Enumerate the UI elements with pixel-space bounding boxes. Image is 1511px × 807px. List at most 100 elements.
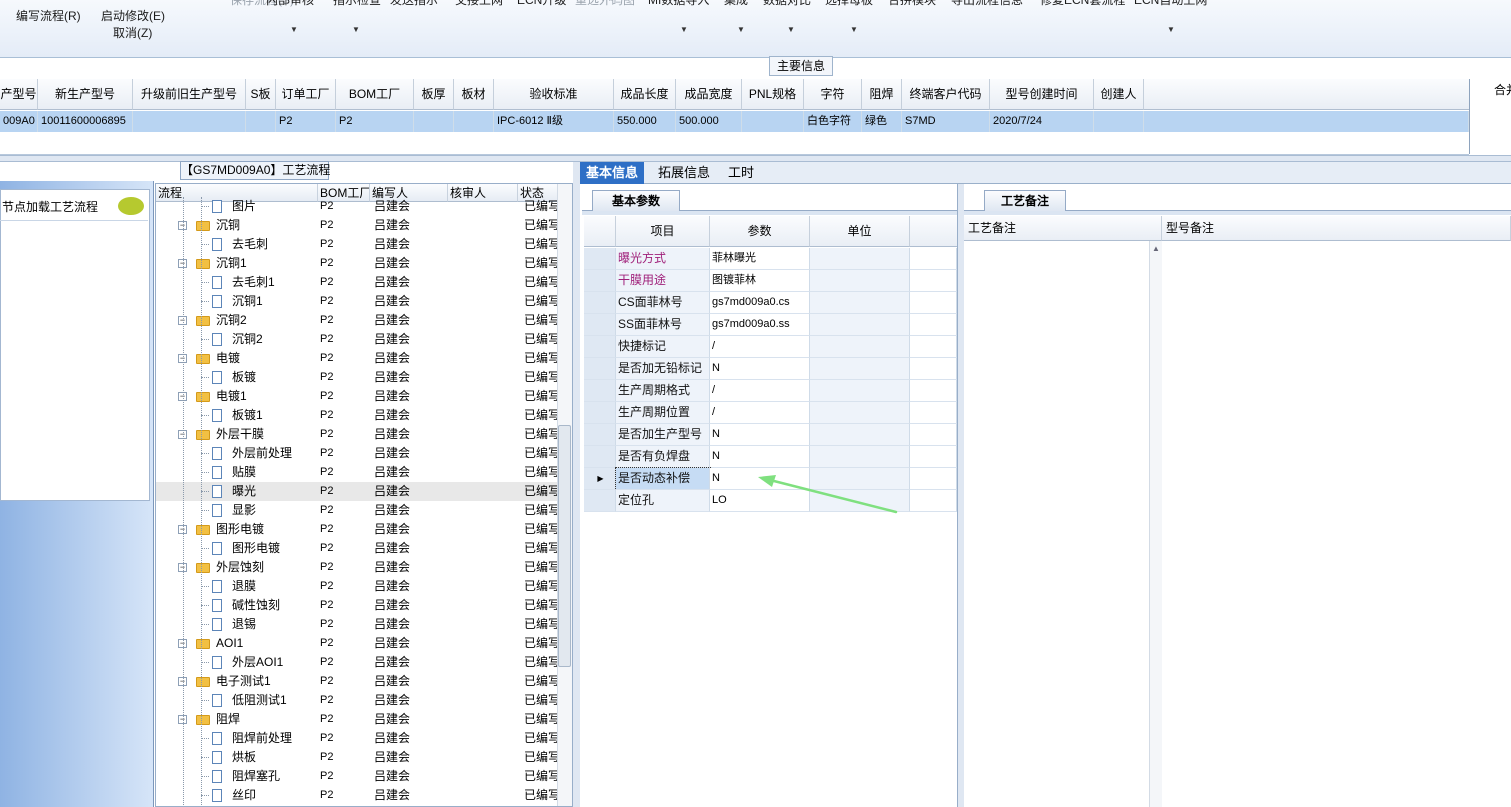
row-indicator[interactable] bbox=[584, 314, 616, 336]
toolbar-button-14[interactable]: ECN自动上网 bbox=[1134, 0, 1207, 8]
chevron-down-icon[interactable]: ▼ bbox=[680, 25, 688, 34]
param-unit[interactable] bbox=[810, 402, 910, 424]
main-grid-cell-11[interactable] bbox=[742, 111, 804, 132]
main-grid-header-6[interactable]: 板厚 bbox=[414, 79, 454, 110]
param-value[interactable]: N bbox=[710, 424, 810, 446]
row-indicator[interactable] bbox=[584, 490, 616, 512]
param-unit[interactable] bbox=[810, 270, 910, 292]
row-indicator[interactable] bbox=[584, 292, 616, 314]
tree-node-row[interactable]: 贴膜 P2 吕建会 已编写 bbox=[156, 463, 559, 482]
main-grid-header-14[interactable]: 终端客户代码 bbox=[902, 79, 990, 110]
main-grid-cell-2[interactable] bbox=[133, 111, 246, 132]
param-value[interactable]: 菲林曝光 bbox=[710, 248, 810, 270]
param-value[interactable]: gs7md009a0.cs bbox=[710, 292, 810, 314]
chevron-down-icon[interactable]: ▼ bbox=[290, 25, 298, 34]
tree-node-row[interactable]: 丝印 P2 吕建会 已编写 bbox=[156, 786, 559, 805]
param-header-2[interactable]: 单位 bbox=[810, 216, 910, 247]
row-indicator[interactable] bbox=[584, 424, 616, 446]
main-grid-cell-0[interactable]: 009A0 bbox=[0, 111, 38, 132]
tree-node-row[interactable]: 沉铜2 P2 吕建会 已编写 bbox=[156, 330, 559, 349]
main-grid-header-16[interactable]: 创建人 bbox=[1094, 79, 1144, 110]
tree-folder-row[interactable]: − 电镀 P2 吕建会 已编写 bbox=[156, 349, 559, 368]
main-grid-header-3[interactable]: S板 bbox=[246, 79, 276, 110]
row-indicator[interactable] bbox=[584, 336, 616, 358]
param-value[interactable]: / bbox=[710, 336, 810, 358]
param-unit[interactable] bbox=[810, 292, 910, 314]
param-unit[interactable] bbox=[810, 358, 910, 380]
tree-folder-row[interactable]: − AOI1 P2 吕建会 已编写 bbox=[156, 634, 559, 653]
param-header-0[interactable]: 项目 bbox=[616, 216, 710, 247]
row-indicator[interactable] bbox=[584, 446, 616, 468]
param-value[interactable]: 图镀菲林 bbox=[710, 270, 810, 292]
tree-node-row[interactable]: 阻焊前处理 P2 吕建会 已编写 bbox=[156, 729, 559, 748]
main-grid-header-2[interactable]: 升级前旧生产型号 bbox=[133, 79, 246, 110]
tree-folder-row[interactable]: − 阻焊 P2 吕建会 已编写 bbox=[156, 710, 559, 729]
chevron-down-icon[interactable]: ▼ bbox=[787, 25, 795, 34]
main-grid-cell-13[interactable]: 绿色 bbox=[862, 111, 902, 132]
tree-node-row[interactable]: 阻焊塞孔 P2 吕建会 已编写 bbox=[156, 767, 559, 786]
chat-bubble-icon[interactable] bbox=[118, 197, 144, 215]
cancel-button[interactable]: 取消(Z) bbox=[113, 24, 152, 41]
main-grid-header-0[interactable]: 产型号 bbox=[0, 79, 38, 110]
toolbar-button-2[interactable]: 指示检查 bbox=[333, 0, 381, 8]
main-grid-header-10[interactable]: 成品宽度 bbox=[676, 79, 742, 110]
main-grid-header-4[interactable]: 订单工厂 bbox=[276, 79, 336, 110]
main-grid-row-fill[interactable] bbox=[1144, 111, 1469, 132]
toolbar-button-9[interactable]: 数据对比 bbox=[763, 0, 811, 8]
param-value[interactable]: / bbox=[710, 380, 810, 402]
main-grid-cell-3[interactable] bbox=[246, 111, 276, 132]
toolbar-button-10[interactable]: 选择母板 bbox=[825, 0, 873, 8]
param-unit[interactable] bbox=[810, 424, 910, 446]
main-grid-cell-7[interactable] bbox=[454, 111, 494, 132]
tree-node-row[interactable]: 烘板 P2 吕建会 已编写 bbox=[156, 748, 559, 767]
param-item[interactable]: CS面菲林号 bbox=[616, 292, 710, 314]
tree-node-row[interactable]: 去毛刺 P2 吕建会 已编写 bbox=[156, 235, 559, 254]
tree-node-row[interactable]: 退膜 P2 吕建会 已编写 bbox=[156, 577, 559, 596]
toolbar-button-6[interactable]: 重选外码图 bbox=[575, 0, 635, 8]
param-value[interactable]: N bbox=[710, 446, 810, 468]
param-unit[interactable] bbox=[810, 446, 910, 468]
main-grid-cell-10[interactable]: 500.000 bbox=[676, 111, 742, 132]
param-item[interactable]: 定位孔 bbox=[616, 490, 710, 512]
main-grid-header-13[interactable]: 阻焊 bbox=[862, 79, 902, 110]
main-grid-cell-6[interactable] bbox=[414, 111, 454, 132]
tree-node-row[interactable]: 曝光 P2 吕建会 已编写 bbox=[156, 482, 559, 501]
param-header-1[interactable]: 参数 bbox=[710, 216, 810, 247]
main-grid-cell-15[interactable]: 2020/7/24 bbox=[990, 111, 1094, 132]
param-item[interactable]: 干膜用途 bbox=[616, 270, 710, 292]
toolbar-button-11[interactable]: 合拼模块 bbox=[888, 0, 936, 8]
detail-tab-0[interactable]: 基本信息 bbox=[580, 162, 645, 184]
param-value[interactable]: / bbox=[710, 402, 810, 424]
tree-node-row[interactable]: 显影 P2 吕建会 已编写 bbox=[156, 501, 559, 520]
main-grid-header-11[interactable]: PNL规格 bbox=[742, 79, 804, 110]
main-grid-header-12[interactable]: 字符 bbox=[804, 79, 862, 110]
process-notes-scrollbar[interactable]: ▲ bbox=[1149, 241, 1162, 807]
toolbar-button-5[interactable]: ECN升级 bbox=[517, 0, 566, 8]
row-indicator[interactable] bbox=[584, 248, 616, 270]
tree-scrollbar-thumb[interactable] bbox=[558, 425, 571, 667]
detail-tab-2[interactable]: 工时 bbox=[722, 162, 760, 184]
toolbar-button-13[interactable]: 修复ECN套流程 bbox=[1040, 0, 1125, 8]
main-grid-header-9[interactable]: 成品长度 bbox=[614, 79, 676, 110]
detail-tab-1[interactable]: 拓展信息 bbox=[652, 162, 716, 184]
chevron-down-icon[interactable]: ▼ bbox=[850, 25, 858, 34]
scroll-up-arrow-icon[interactable]: ▲ bbox=[1152, 244, 1160, 253]
main-grid-cell-12[interactable]: 白色字符 bbox=[804, 111, 862, 132]
tree-folder-row[interactable]: − 图形电镀 P2 吕建会 已编写 bbox=[156, 520, 559, 539]
tree-node-row[interactable]: 外层AOI1 P2 吕建会 已编写 bbox=[156, 653, 559, 672]
param-item[interactable]: 是否动态补偿 bbox=[615, 467, 711, 491]
tree-folder-row[interactable]: − 沉铜2 P2 吕建会 已编写 bbox=[156, 311, 559, 330]
toolbar-button-8[interactable]: 集成 bbox=[724, 0, 748, 8]
tree-folder-row[interactable]: − 沉铜1 P2 吕建会 已编写 bbox=[156, 254, 559, 273]
param-item[interactable]: 生产周期位置 bbox=[616, 402, 710, 424]
tree-node-row[interactable]: 去毛刺1 P2 吕建会 已编写 bbox=[156, 273, 559, 292]
tree-node-row[interactable]: 图形电镀 P2 吕建会 已编写 bbox=[156, 539, 559, 558]
tree-node-row[interactable]: 图片 P2 吕建会 已编写 bbox=[156, 197, 559, 216]
tree-folder-row[interactable]: − 电镀1 P2 吕建会 已编写 bbox=[156, 387, 559, 406]
main-grid-header-7[interactable]: 板材 bbox=[454, 79, 494, 110]
main-grid-cell-14[interactable]: S7MD bbox=[902, 111, 990, 132]
tree-folder-row[interactable]: − 外层干膜 P2 吕建会 已编写 bbox=[156, 425, 559, 444]
grid-corner[interactable] bbox=[584, 216, 616, 247]
param-item[interactable]: 曝光方式 bbox=[616, 248, 710, 270]
tree-node-row[interactable]: 沉铜1 P2 吕建会 已编写 bbox=[156, 292, 559, 311]
